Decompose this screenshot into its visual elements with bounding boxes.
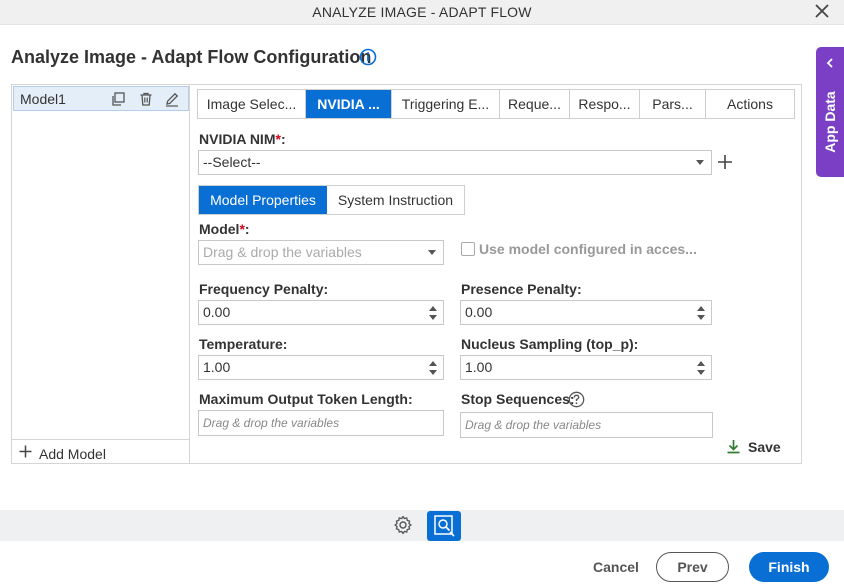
plus-icon (19, 445, 32, 458)
stop-sequences-label: Stop Sequences: (461, 391, 575, 407)
save-label: Save (748, 439, 781, 455)
close-icon[interactable] (813, 2, 831, 20)
frequency-penalty-input[interactable]: 0.00 (198, 300, 444, 325)
use-model-configured-label: Use model configured in acces... (479, 241, 697, 257)
spinner-icon[interactable] (697, 359, 705, 377)
configuration-tabs: Image Selec... NVIDIA ... Triggering E..… (197, 89, 795, 119)
page-title: Analyze Image - Adapt Flow Configuration (11, 47, 372, 67)
tab-system-instruction[interactable]: System Instruction (327, 186, 464, 214)
tab-response[interactable]: Respo... (570, 90, 640, 118)
tab-model-properties[interactable]: Model Properties (199, 186, 327, 214)
frequency-penalty-value: 0.00 (203, 304, 231, 320)
spinner-icon[interactable] (429, 304, 437, 322)
tab-nvidia[interactable]: NVIDIA ... (306, 90, 392, 118)
app-data-label: App Data (822, 91, 838, 153)
finish-button[interactable]: Finish (749, 552, 829, 582)
max-token-length-label: Maximum Output Token Length: (199, 391, 413, 407)
nvidia-nim-label: NVIDIA NIM*: (199, 131, 286, 147)
spinner-icon[interactable] (697, 304, 705, 322)
chevron-left-icon (826, 58, 833, 68)
presence-penalty-label: Presence Penalty: (461, 281, 582, 297)
model-name: Model1 (20, 91, 66, 107)
spinner-icon[interactable] (429, 359, 437, 377)
presence-penalty-input[interactable]: 0.00 (460, 300, 712, 325)
duplicate-icon[interactable] (110, 91, 126, 107)
chevron-down-icon (696, 160, 704, 165)
nucleus-sampling-value: 1.00 (465, 359, 493, 375)
chevron-down-icon (428, 250, 436, 255)
add-model-label: Add Model (39, 446, 106, 462)
download-icon (727, 440, 740, 454)
nucleus-sampling-label: Nucleus Sampling (top_p): (461, 336, 639, 352)
nucleus-sampling-input[interactable]: 1.00 (460, 355, 712, 380)
bottom-toolbar (0, 510, 844, 541)
model-list-item[interactable]: Model1 (13, 86, 189, 111)
temperature-input[interactable]: 1.00 (198, 355, 444, 380)
add-model-button[interactable]: Add Model (12, 439, 189, 464)
max-token-length-input[interactable]: Drag & drop the variables (198, 410, 444, 436)
edit-icon[interactable] (164, 91, 180, 107)
tab-parse[interactable]: Pars... (640, 90, 706, 118)
use-model-configured-checkbox[interactable] (461, 242, 475, 256)
model-list-panel (11, 84, 190, 464)
model-select[interactable]: Drag & drop the variables (198, 240, 444, 265)
tab-image-selection[interactable]: Image Selec... (198, 90, 306, 118)
delete-icon[interactable] (138, 91, 154, 107)
tab-actions[interactable]: Actions (706, 90, 794, 118)
cancel-button[interactable]: Cancel (593, 559, 639, 575)
model-label: Model*: (199, 221, 250, 237)
temperature-value: 1.00 (203, 359, 231, 375)
model-subtabs: Model Properties System Instruction (198, 185, 465, 215)
tab-triggering-events[interactable]: Triggering E... (392, 90, 500, 118)
presence-penalty-value: 0.00 (465, 304, 493, 320)
info-icon[interactable] (359, 48, 377, 66)
frequency-penalty-label: Frequency Penalty: (199, 281, 329, 297)
window-title: ANALYZE IMAGE - ADAPT FLOW (312, 4, 532, 20)
model-placeholder: Drag & drop the variables (203, 244, 362, 260)
help-icon[interactable] (568, 391, 585, 408)
nvidia-nim-select[interactable]: --Select-- (198, 150, 712, 175)
prev-button[interactable]: Prev (656, 552, 729, 582)
window-titlebar: ANALYZE IMAGE - ADAPT FLOW (0, 0, 844, 25)
image-search-icon (434, 515, 455, 537)
app-data-panel-toggle[interactable]: App Data (816, 47, 844, 177)
gear-icon[interactable] (393, 515, 413, 535)
temperature-label: Temperature: (199, 336, 288, 352)
nvidia-nim-value: --Select-- (203, 154, 261, 170)
preview-button[interactable] (427, 511, 461, 541)
stop-sequences-input[interactable]: Drag & drop the variables (460, 412, 713, 438)
tab-request[interactable]: Reque... (500, 90, 570, 118)
save-button[interactable]: Save (726, 437, 782, 457)
add-connection-icon[interactable] (717, 154, 733, 170)
